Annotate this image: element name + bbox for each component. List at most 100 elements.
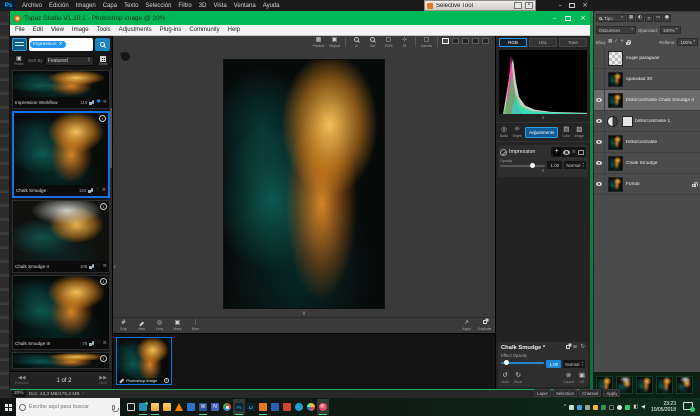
redo-button[interactable]: ↻Redo [514, 372, 522, 384]
heal-button[interactable]: Heal [135, 320, 148, 331]
layer-thumbnail[interactable] [608, 93, 623, 108]
lens-button[interactable]: ◎Lens [153, 320, 166, 331]
blend-mode-select[interactable]: Oscurecer ▾ [596, 26, 636, 34]
chevron-right-icon[interactable]: › [83, 392, 85, 397]
menu-hamburger-button[interactable] [12, 38, 27, 51]
apply-button[interactable]: ↗Apply [460, 320, 473, 331]
info-icon[interactable]: i [164, 378, 169, 383]
view-sidebyside-button[interactable] [462, 38, 469, 44]
tab-rgb[interactable]: RGB [499, 38, 527, 47]
app-red[interactable] [281, 399, 293, 415]
info-icon[interactable]: i [100, 203, 107, 210]
menu-edicion[interactable]: Edición [49, 3, 69, 9]
collapse-histogram-icon[interactable]: ∧ [496, 115, 590, 122]
image-button[interactable]: ▨Image [574, 126, 584, 138]
preset-card-chalk-smudge-2[interactable]: i Chalk Smudge II 105 ♡ ≡ [12, 200, 110, 273]
topaz-close-icon[interactable]: × [580, 15, 586, 22]
tab-hsl[interactable]: HSL [529, 38, 557, 47]
filter-type-icon[interactable]: T [645, 14, 653, 22]
layer-fill-select[interactable]: 100% ▾ [677, 38, 698, 46]
app-photoshop[interactable]: Ps [233, 399, 245, 415]
panel-menu-icon[interactable]: ≡ [573, 345, 578, 351]
original-button[interactable]: ▣Original [328, 37, 341, 48]
duplicate-button[interactable]: Duplicate [478, 320, 491, 331]
selective-tool-window[interactable]: Selective Tool × [424, 0, 536, 11]
tray-icon[interactable] [601, 405, 606, 410]
add-effect-icon[interactable]: + [553, 148, 561, 156]
favorite-icon[interactable]: ♥ [96, 100, 100, 105]
layer-row-brillo-contraste[interactable]: brillo/contraste [594, 132, 700, 153]
preset-menu-icon[interactable]: ≡ [103, 264, 107, 269]
preset-card-chalk-smudge-3[interactable]: i Chalk Smudge III 76 ♡ ≡ [12, 275, 110, 350]
layer-filter-select[interactable]: Tipo ▾ [596, 14, 626, 22]
tz-menu-community[interactable]: Community [189, 27, 219, 33]
public-presets-button[interactable]: ▣ Public [12, 56, 26, 66]
app-lightroom[interactable]: Lr [245, 399, 257, 415]
selective-tool-close-button[interactable]: × [525, 2, 533, 9]
preset-card-impression-workflow[interactable]: Impression Workflow 116 ♥ ≡ [12, 70, 110, 109]
app-chrome[interactable] [221, 399, 233, 415]
tz-menu-view[interactable]: View [51, 27, 64, 33]
filter-adjustment-icon[interactable]: ◐ [636, 14, 644, 22]
app-file-explorer[interactable] [149, 399, 161, 415]
info-icon[interactable]: i [100, 355, 107, 362]
favorite-icon[interactable]: ♡ [96, 264, 100, 269]
layer-thumbnail[interactable] [608, 177, 623, 192]
app-word[interactable]: W [197, 399, 209, 415]
favorite-icon[interactable]: ♡ [95, 188, 99, 193]
tray-icon[interactable] [625, 405, 630, 410]
info-icon[interactable]: i [99, 115, 106, 122]
film-thumbnail[interactable]: Photoshop-image i [116, 337, 172, 385]
restore-icon[interactable] [569, 3, 575, 8]
collapse-bottom-icon[interactable]: ∨ [302, 311, 306, 317]
app-edge[interactable] [293, 399, 305, 415]
tray-expand-icon[interactable]: ^ [564, 404, 566, 410]
app-folder[interactable] [161, 399, 173, 415]
share-icon[interactable] [566, 345, 570, 349]
minimize-icon[interactable]: – [559, 2, 563, 9]
view-split-h-button[interactable] [472, 38, 479, 44]
filter-shape-icon[interactable]: ▭ [654, 14, 662, 22]
layer-opacity-select[interactable]: 100% ▾ [660, 26, 681, 34]
reset-icon[interactable]: ↻ [580, 345, 585, 351]
basic-button[interactable]: ◎Basic [499, 126, 509, 138]
tray-icon[interactable] [569, 405, 574, 410]
tz-menu-plugins[interactable]: Plug-ins [160, 27, 182, 33]
search-input[interactable] [29, 404, 109, 410]
zoom-100-button[interactable]: ▢100% [382, 37, 395, 48]
layer-row-fondo[interactable]: Fondo [594, 174, 700, 195]
like-icon[interactable] [89, 264, 94, 269]
panel-blend-select[interactable]: Normal ▴▾ [563, 360, 585, 368]
preset-scrollbar[interactable] [110, 68, 112, 371]
search-button[interactable] [95, 38, 110, 51]
topaz-minimize-icon[interactable]: – [553, 15, 557, 22]
app-photos[interactable] [185, 399, 197, 415]
topaz-titlebar[interactable]: Topaz Studio V1.10.1 - Photoshop image @… [10, 11, 590, 25]
visibility-eye-icon[interactable] [563, 150, 570, 155]
menu-imagen[interactable]: Imagen [76, 3, 96, 9]
menu-3d[interactable]: 3D [199, 3, 207, 9]
canvas-image[interactable] [224, 60, 384, 308]
tz-menu-image[interactable]: Image [72, 27, 89, 33]
start-button[interactable] [0, 398, 16, 416]
tray-icon[interactable] [585, 405, 590, 410]
preset-menu-icon[interactable]: ≡ [103, 100, 107, 105]
preview-button[interactable]: ▦Preview [312, 37, 325, 48]
tab-selection[interactable]: Selection [553, 389, 577, 397]
layer-row-brillo-contraste-1[interactable]: brillo/contraste 1 [594, 111, 700, 132]
tz-menu-adjustments[interactable]: Adjustments [119, 27, 152, 33]
clear-tag-icon[interactable]: × [58, 42, 62, 47]
adjustment-layer-icon[interactable] [607, 116, 618, 127]
tz-menu-help[interactable]: Help [228, 27, 240, 33]
close-icon[interactable]: × [582, 2, 588, 9]
tab-layer[interactable]: Layer [534, 389, 551, 397]
tray-volume-icon[interactable]: ◀ [641, 404, 645, 410]
menu-ayuda[interactable]: Ayuda [263, 3, 280, 9]
app-orange[interactable] [257, 399, 269, 415]
tray-network-icon[interactable]: ◧ [633, 404, 638, 410]
tz-menu-tools[interactable]: Tools [97, 27, 111, 33]
zoom-out-button[interactable]: Out [366, 37, 379, 48]
app-task-view[interactable] [125, 399, 137, 415]
mask-button[interactable]: ▣Mask [171, 320, 184, 331]
view-split-button[interactable] [452, 38, 459, 44]
